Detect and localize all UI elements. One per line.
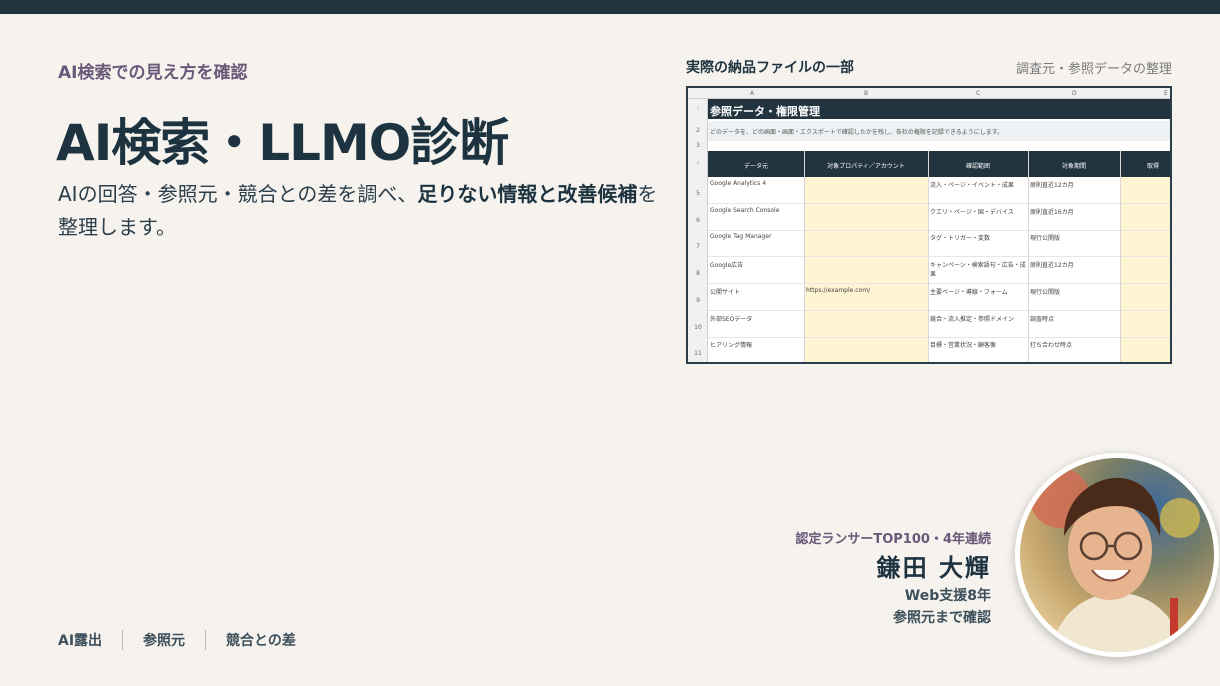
row-number: 10	[694, 323, 702, 331]
row-number: 6	[696, 216, 700, 224]
table-cell: 公開サイト	[710, 288, 741, 296]
table-cell: キャンペーン・検索語句・広告・成果	[930, 262, 1026, 279]
table-cell: https://example.com/	[806, 286, 871, 294]
table-cell: ヒアリング情報	[710, 342, 753, 350]
table-row: Google Analytics 4 流入・ページ・イベント・成果 原則直近12カ月	[708, 177, 1170, 204]
footer-tag: 競合との差	[226, 633, 296, 649]
column-letter: E	[1164, 90, 1168, 97]
footer-tags: AI露出 参照元 競合との差	[58, 630, 296, 650]
row-number: 5	[696, 190, 700, 197]
row-number: 4	[696, 160, 700, 167]
column-letter: C	[976, 90, 981, 97]
table-cell: Google Analytics 4	[710, 180, 767, 187]
table-cell: 原則直近12カ月	[1030, 262, 1074, 270]
table-cell: クエリ・ページ・国・デバイス	[930, 208, 1014, 216]
column-header-row: A B C D E	[688, 88, 1170, 99]
column-letter: D	[1072, 90, 1077, 97]
table-cell: 現行公開版	[1030, 235, 1061, 243]
table-row: ヒアリング情報 目標・営業状況・顧客像 打ち合わせ時点	[708, 337, 1170, 362]
top-bar	[0, 0, 1220, 14]
sheet-note: どのデータを、どの画面・画面・エクスポートで確認したかを残し、各社の権限を記録で…	[708, 121, 1170, 141]
table-cell: Google Tag Manager	[710, 233, 772, 241]
table-row: Google広告 キャンペーン・検索語句・広告・成果 原則直近12カ月	[708, 257, 1170, 285]
sheet-caption: 調査元・参照データの整理	[1015, 62, 1172, 77]
footer-divider	[205, 630, 207, 650]
footer-divider	[122, 630, 124, 650]
table-row: Google Tag Manager タグ・トリガー・変数 現行公開版	[708, 230, 1170, 258]
row-number: 8	[696, 270, 700, 278]
lead-bold-1: 足りない情報と改善候補	[417, 182, 638, 206]
table-header-row: データ元 対象プロパティ／アカウント 確認範囲 対象期間 取得	[708, 151, 1170, 177]
footer-tag: AI露出	[58, 633, 103, 649]
table-cell: 競合・流入推定・参照ドメイン	[930, 315, 1015, 323]
lead-part-1: AIの回答・参照元・競合との差を調べ、	[58, 182, 418, 206]
row-number: 9	[696, 296, 700, 304]
experience-years: Web支援8年	[904, 588, 991, 604]
lead-text: AIの回答・参照元・競合との差を調べ、足りない情報と改善候補を整理します。	[58, 178, 658, 244]
table-row: 外部SEOデータ 競合・流入推定・参照ドメイン 調査時点	[708, 311, 1170, 338]
column-letter: A	[750, 90, 755, 97]
table-cell: Google Search Console	[710, 206, 780, 214]
row-number: 3	[696, 142, 700, 149]
credential-details: Web支援8年 参照元まで確認	[893, 585, 991, 629]
column-divider	[804, 151, 805, 362]
sheet-inner-title: 参照データ・権限管理	[708, 99, 1170, 119]
sheet-title: 実際の納品ファイルの一部	[686, 60, 854, 76]
column-divider	[928, 151, 929, 362]
table-row: 公開サイト https://example.com/主要ページ・導線・フォーム 現行…	[708, 284, 1170, 311]
person-name: 鎌田 大輝	[876, 554, 991, 582]
table-cell: 原則直近16カ月	[1030, 208, 1074, 216]
table-header: 確認範囲	[965, 163, 990, 170]
row-number: 11	[694, 350, 702, 358]
table-cell: Google広告	[710, 262, 744, 270]
column-divider	[1120, 151, 1121, 362]
row-number: 7	[696, 243, 700, 251]
table-cell: 主要ページ・導線・フォーム	[930, 288, 1008, 296]
table-cell: 打ち合わせ時点	[1030, 342, 1073, 350]
table-row: Google Search Console クエリ・ページ・国・デバイス 原則直近1…	[708, 204, 1170, 231]
footer-tag: 参照元	[143, 633, 186, 649]
eyebrow: AI検索での見え方を確認	[58, 63, 248, 83]
table-cell: 調査時点	[1030, 315, 1055, 323]
table-cell: 目標・営業状況・顧客像	[930, 342, 997, 350]
table-header: データ元	[743, 163, 768, 170]
row-number: 2	[696, 127, 700, 134]
table-header: 対象プロパティ／アカウント	[827, 163, 905, 170]
experience-detail: 参照元まで確認	[893, 610, 991, 626]
spreadsheet-preview: A B C D E 1 2 3 4 参照データ・権限管理 どのデータを、どの画面…	[686, 86, 1172, 364]
table-cell: 原則直近12カ月	[1030, 182, 1074, 189]
table-header: 取得	[1146, 163, 1159, 170]
table-cell: タグ・トリガー・変数	[930, 235, 991, 243]
table-header: 対象期間	[1061, 163, 1086, 170]
table-cell: 現行公開版	[1030, 288, 1061, 296]
column-divider	[1028, 151, 1029, 362]
table-cell: 流入・ページ・イベント・成果	[930, 182, 1014, 189]
page-title: AI検索・LLMO診断	[56, 114, 509, 172]
avatar	[1015, 453, 1219, 657]
table-cell: 外部SEOデータ	[710, 315, 753, 323]
credential-tagline: 認定ランサーTOP100・4年連続	[795, 532, 991, 547]
column-letter: B	[864, 90, 869, 97]
row-number: 1	[696, 105, 700, 112]
